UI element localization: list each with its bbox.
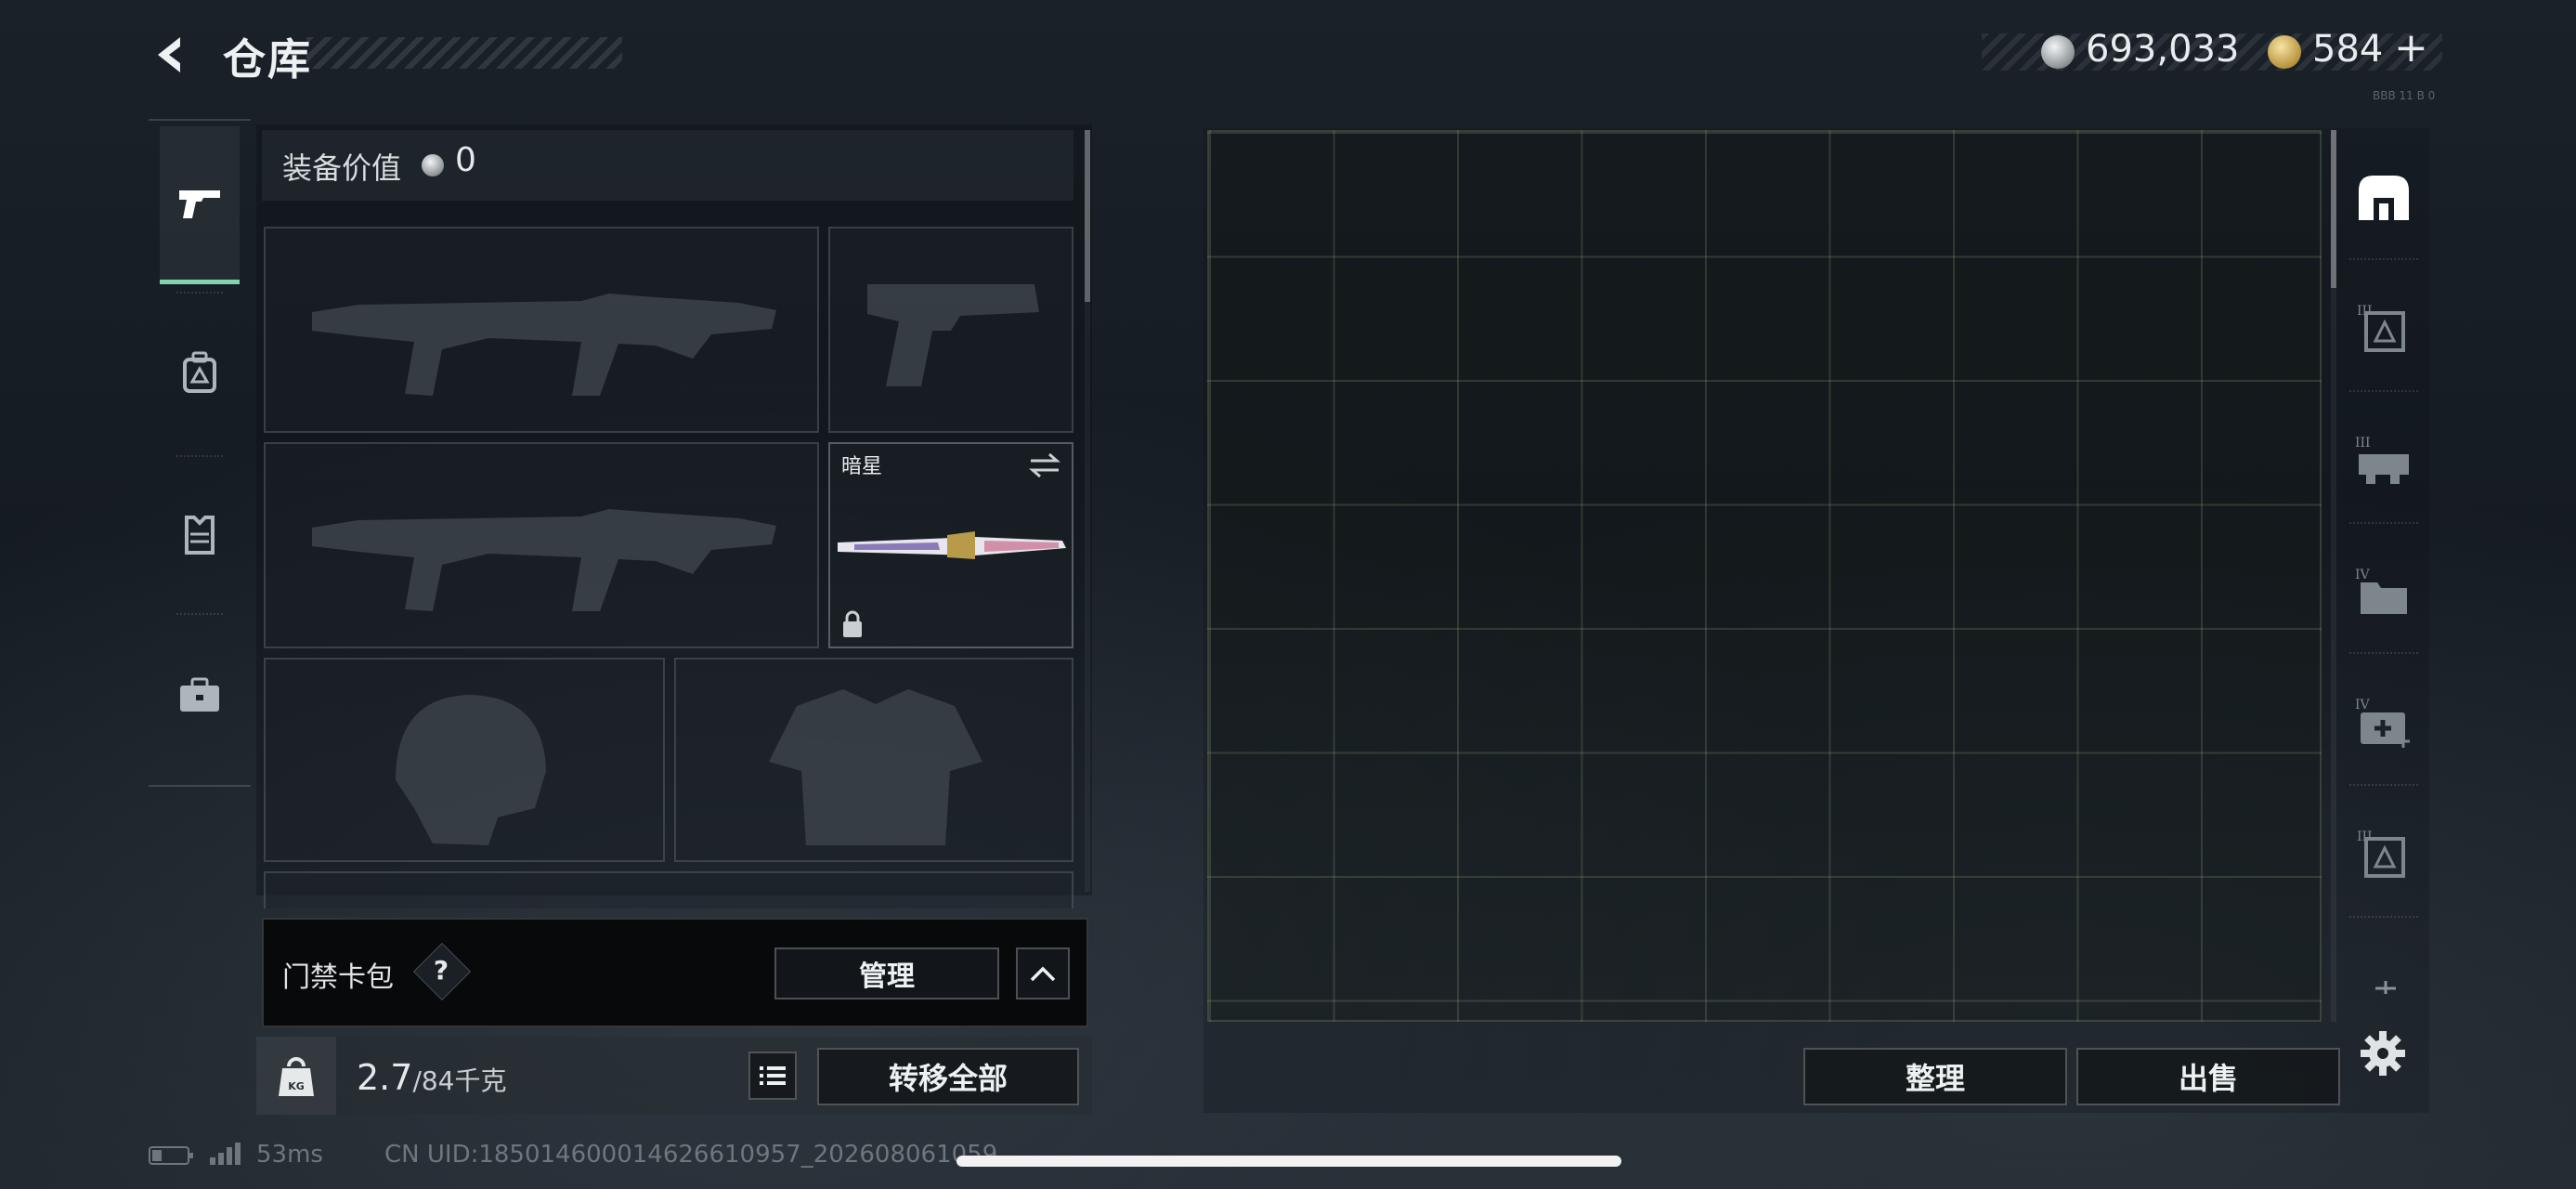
max-weight: /84千克: [412, 1065, 507, 1096]
battery-icon: [149, 1146, 193, 1165]
add-container-button[interactable]: [2372, 966, 2400, 998]
backpack-icon: [183, 351, 216, 393]
container-tab-4[interactable]: IV: [2344, 658, 2424, 786]
tab-divider: [176, 613, 223, 615]
svg-text:IV: IV: [2355, 698, 2371, 712]
home-indicator[interactable]: [956, 1156, 1621, 1167]
medkit-icon: IV: [2355, 698, 2410, 748]
manage-button[interactable]: 管理: [774, 947, 999, 1000]
build-note: BBB 11 B 0: [2373, 89, 2436, 102]
silver-amount: 693,033: [2086, 28, 2240, 71]
signal-icon: [210, 1143, 241, 1165]
uid-readout: CN UID:185014600014626610957_20260806105…: [384, 1141, 998, 1169]
storage-scroll-thumb[interactable]: [2331, 130, 2336, 288]
swap-icon[interactable]: [1027, 451, 1062, 479]
home-icon: [2359, 176, 2409, 220]
knife-icon: [838, 531, 1066, 559]
tidy-button[interactable]: 整理: [1803, 1048, 2067, 1105]
storage-grid[interactable]: [1207, 130, 2322, 1022]
container-tab-5[interactable]: III: [2344, 790, 2424, 918]
container-tab-2[interactable]: III: [2344, 396, 2424, 524]
ping-readout: 53ms: [256, 1141, 323, 1169]
helmet-silhouette-icon: [396, 695, 546, 845]
armor-slot[interactable]: [674, 658, 1073, 862]
melee-slot[interactable]: 暗星: [828, 442, 1073, 648]
briefcase-icon: [180, 677, 219, 712]
add-gold-button[interactable]: +: [2394, 24, 2428, 72]
tab-briefcase[interactable]: [160, 617, 240, 775]
title-decoration: [306, 37, 622, 69]
gear-icon[interactable]: [2359, 1029, 2407, 1078]
container-tab-3[interactable]: IV: [2344, 528, 2424, 656]
current-weight: 2.7: [357, 1057, 413, 1098]
svg-text:III: III: [2355, 436, 2371, 451]
container-tab-divider: [2349, 390, 2418, 392]
kettlebell-icon: KG: [279, 1057, 314, 1096]
pistol-silhouette-icon: [867, 284, 1039, 386]
tab-vest[interactable]: [160, 455, 240, 613]
gold-amount: 584: [2312, 28, 2384, 71]
equipment-value-label: 装备价值: [282, 150, 402, 186]
armor-silhouette-icon: [769, 689, 982, 845]
help-icon[interactable]: ?: [422, 951, 461, 990]
container-tab-divider: [2349, 258, 2418, 260]
lock-icon: [843, 610, 862, 637]
page-title: 仓库: [223, 34, 312, 85]
chevron-up-icon: [1030, 966, 1056, 982]
silver-coin-icon: [422, 154, 444, 176]
plus-icon: [2375, 981, 2396, 994]
list-view-button[interactable]: [748, 1052, 797, 1100]
gold-coin-icon: [2268, 35, 2301, 69]
rig-icon: III: [2355, 436, 2409, 484]
sidearm-slot[interactable]: [828, 227, 1073, 433]
helmet-slot[interactable]: [264, 658, 665, 862]
case-icon: III: [2357, 830, 2405, 878]
container-tab-home[interactable]: [2344, 134, 2424, 262]
melee-item-name: 暗星: [841, 455, 883, 478]
tab-weapons[interactable]: [160, 126, 240, 284]
more-slots-row: [264, 871, 1073, 908]
kettlebell-label: KG: [288, 1080, 305, 1092]
folder-icon: IV: [2355, 568, 2407, 614]
secondary-weapon-slot[interactable]: [264, 442, 819, 648]
sell-button[interactable]: 出售: [2076, 1048, 2340, 1105]
keycard-bag-label: 门禁卡包: [282, 961, 394, 994]
tab-backpack[interactable]: [160, 294, 240, 451]
back-icon[interactable]: [147, 32, 193, 78]
equipment-scroll-thumb[interactable]: [1085, 130, 1090, 302]
primary-weapon-slot[interactable]: [264, 227, 819, 433]
equipment-value: 0: [455, 141, 476, 179]
list-icon: [760, 1066, 786, 1085]
silver-coin-icon: [2041, 35, 2075, 69]
weight-icon-box: KG: [256, 1037, 336, 1115]
rifle-silhouette-icon: [312, 509, 776, 611]
container-tab-divider: [2349, 916, 2418, 918]
vest-icon: [185, 516, 215, 555]
pistol-icon: [179, 189, 220, 218]
expand-button[interactable]: [1016, 947, 1070, 1000]
container-icon: III: [2357, 304, 2405, 352]
svg-text:IV: IV: [2355, 568, 2371, 582]
container-tab-divider: [2349, 522, 2418, 524]
container-tab-divider: [2349, 652, 2418, 654]
rifle-silhouette-icon: [312, 294, 776, 396]
container-tab-1[interactable]: III: [2344, 264, 2424, 392]
container-tab-divider: [2349, 784, 2418, 786]
transfer-all-button[interactable]: 转移全部: [817, 1048, 1079, 1105]
weight-readout: 2.7/84千克: [357, 1057, 507, 1098]
